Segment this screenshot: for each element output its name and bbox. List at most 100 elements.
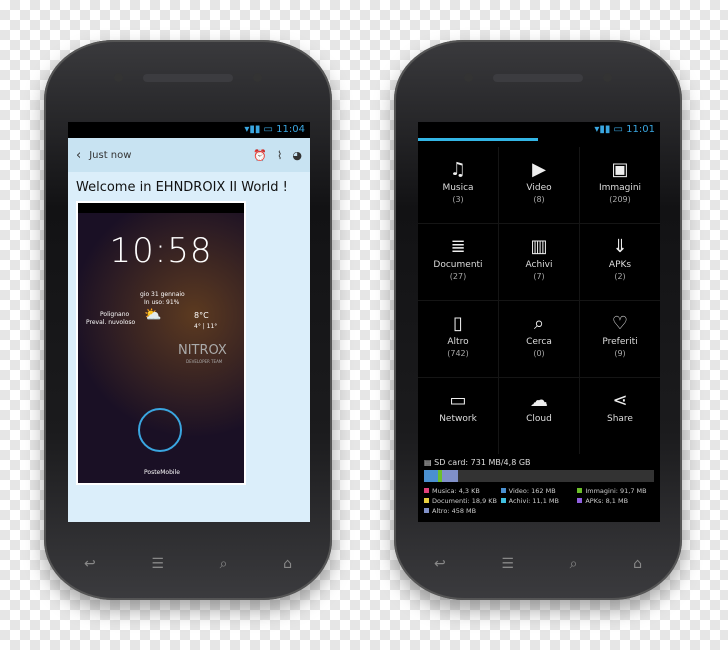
category-label: Preferiti xyxy=(602,337,638,347)
legend-text: APKs: 8,1 MB xyxy=(585,497,629,505)
category-icon: ⌕ xyxy=(533,313,545,334)
legend-swatch xyxy=(424,508,429,513)
sd-card-icon: ▤ xyxy=(424,458,435,467)
home-button[interactable]: ⌂ xyxy=(283,556,292,572)
category-icon: ≣ xyxy=(450,236,466,257)
paperclip-icon[interactable]: ⌇ xyxy=(277,149,282,162)
category-immagini[interactable]: ▣ Immagini (209) xyxy=(580,147,660,223)
category-apks[interactable]: ⇓ APKs (2) xyxy=(580,224,660,300)
category-icon: ☁ xyxy=(530,390,548,411)
legend-item: Musica: 4,3 KB xyxy=(424,487,501,495)
front-camera xyxy=(603,73,612,82)
lock-usage: In uso: 91% xyxy=(144,299,180,306)
sensor xyxy=(114,73,123,82)
home-button[interactable]: ⌂ xyxy=(633,556,642,572)
status-time: 11:01 xyxy=(626,124,655,135)
category-label: APKs xyxy=(608,260,632,270)
weather-cloud-icon: ⛅ xyxy=(144,307,162,323)
category-icon: ▥ xyxy=(530,236,548,257)
category-label: Achivi xyxy=(525,260,553,270)
category-altro[interactable]: ▯ Altro (742) xyxy=(418,301,498,377)
category-count: (9) xyxy=(614,349,626,358)
category-label: Musica xyxy=(442,183,474,193)
category-preferiti[interactable]: ♡ Preferiti (9) xyxy=(580,301,660,377)
search-button[interactable]: ⌕ xyxy=(570,556,578,572)
category-musica[interactable]: ♫ Musica (3) xyxy=(418,147,498,223)
legend-item: Achivi: 11,1 MB xyxy=(500,497,578,505)
legend-swatch xyxy=(577,498,583,503)
lock-temp: 8°C xyxy=(194,311,209,320)
storage-panel: ▤ SD card: 731 MB/4,8 GB Musica: 4,3 KB V… xyxy=(418,454,660,519)
category-icon: ⇓ xyxy=(612,236,628,257)
unlock-ring xyxy=(138,408,182,452)
category-label: Video xyxy=(526,183,552,193)
category-video[interactable]: ▶ Video (8) xyxy=(499,147,579,223)
lock-forecast: Preval. nuvoloso xyxy=(86,319,136,326)
storage-legend: Musica: 4,3 KB Video: 162 MB Immagini: 91,… xyxy=(424,487,654,515)
legend-item: Altro: 458 MB xyxy=(424,507,501,515)
category-share[interactable]: ⋖ Share xyxy=(580,378,660,454)
category-documenti[interactable]: ≣ Documenti (27) xyxy=(418,224,498,300)
lock-date: gio 31 gennaio xyxy=(140,291,185,298)
category-icon: ♫ xyxy=(449,159,467,180)
legend-text: Achivi: 11,1 MB xyxy=(508,497,560,505)
legend-swatch xyxy=(500,498,506,503)
category-label: Share xyxy=(607,414,633,424)
header-title: Just now xyxy=(89,149,132,161)
nav-buttons: ↩ ☰ ⌕ ⌂ xyxy=(84,556,292,572)
category-icon: ⋖ xyxy=(612,390,628,411)
category-count: (8) xyxy=(533,195,545,204)
menu-button[interactable]: ☰ xyxy=(501,556,514,572)
storage-label: SD card: 731 MB/4,8 GB xyxy=(434,458,531,467)
status-bar: ▾▮▮ ▭ 11:01 xyxy=(418,122,660,138)
category-grid: ♫ Musica (3) ▶ Video (8) ▣ Immagini (209) ≣ Docume… xyxy=(418,147,660,454)
menu-button[interactable]: ☰ xyxy=(151,556,164,572)
legend-swatch xyxy=(577,488,583,493)
speaker xyxy=(143,74,233,82)
status-bar: ▾▮▮ ▭ 11:04 xyxy=(68,122,310,138)
nav-buttons: ↩ ☰ ⌕ ⌂ xyxy=(434,556,642,572)
category-count: (27) xyxy=(449,272,467,281)
legend-swatch xyxy=(424,488,429,493)
back-icon[interactable]: ‹ xyxy=(76,148,81,163)
category-achivi[interactable]: ▥ Achivi (7) xyxy=(499,224,579,300)
category-cloud[interactable]: ☁ Cloud xyxy=(499,378,579,454)
category-count: (2) xyxy=(614,272,626,281)
palette-icon[interactable]: ◕ xyxy=(292,149,302,162)
legend-item: Immagini: 91,7 MB xyxy=(577,487,654,495)
status-time: 11:04 xyxy=(276,124,305,135)
progress-bar xyxy=(418,138,538,141)
lock-brand: NITROX xyxy=(178,343,227,358)
legend-swatch xyxy=(500,488,506,493)
front-camera xyxy=(253,73,262,82)
category-label: Cerca xyxy=(526,337,552,347)
category-network[interactable]: ▭ Network xyxy=(418,378,498,454)
alarm-icon[interactable]: ⏰ xyxy=(253,149,267,162)
back-button[interactable]: ↩ xyxy=(84,556,96,572)
lock-range: 4° | 11° xyxy=(194,323,218,330)
right-screen: ▾▮▮ ▭ 11:01 ♫ Musica (3) ▶ Video (8) ▣ Immagini… xyxy=(418,122,660,522)
category-icon: ♡ xyxy=(611,313,629,334)
category-icon: ▣ xyxy=(611,159,629,180)
category-icon: ▭ xyxy=(449,390,467,411)
back-button[interactable]: ↩ xyxy=(434,556,446,572)
category-count: (7) xyxy=(533,272,545,281)
legend-item: APKs: 8,1 MB xyxy=(577,497,654,505)
category-count: (3) xyxy=(452,195,464,204)
left-screen: ▾▮▮ ▭ 11:04 ‹ Just now ⏰ ⌇ ◕ Welcome in … xyxy=(68,122,310,522)
legend-item: Documenti: 18,9 KB xyxy=(424,497,501,505)
category-label: Cloud xyxy=(526,414,552,424)
lock-clock: 10:58 xyxy=(109,231,213,271)
search-button[interactable]: ⌕ xyxy=(220,556,228,572)
category-icon: ▶ xyxy=(532,159,546,180)
lock-carrier: PosteMobile xyxy=(144,469,180,476)
category-cerca[interactable]: ⌕ Cerca (0) xyxy=(499,301,579,377)
legend-text: Altro: 458 MB xyxy=(432,507,477,515)
lockscreen-image: 10:58 gio 31 gennaio In uso: 91% Poligna… xyxy=(76,201,246,485)
left-phone: ▾▮▮ ▭ 11:04 ‹ Just now ⏰ ⌇ ◕ Welcome in … xyxy=(44,40,332,600)
storage-bar xyxy=(424,470,654,482)
right-phone: ▾▮▮ ▭ 11:01 ♫ Musica (3) ▶ Video (8) ▣ Immagini… xyxy=(394,40,682,600)
category-count: (742) xyxy=(447,349,469,358)
sensor xyxy=(464,73,473,82)
speaker xyxy=(493,74,583,82)
